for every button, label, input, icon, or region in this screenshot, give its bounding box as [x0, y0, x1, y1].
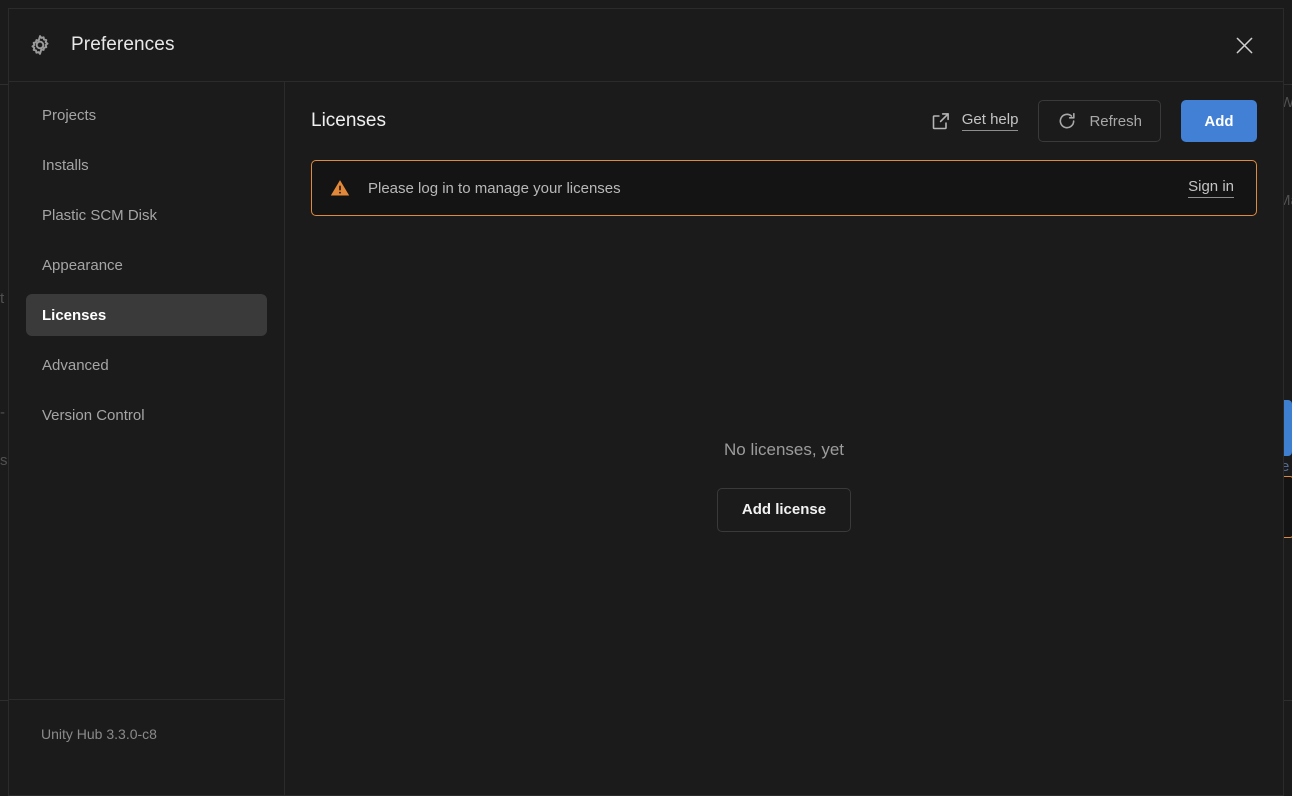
background-text-fragment: t — [0, 290, 5, 307]
sidebar-item-advanced[interactable]: Advanced — [26, 344, 267, 386]
warning-triangle-icon — [330, 180, 350, 196]
sidebar-item-label: Plastic SCM Disk — [42, 206, 158, 224]
empty-state: No licenses, yet Add license — [311, 216, 1257, 795]
hub-version-label: Unity Hub 3.3.0-c8 — [41, 726, 157, 742]
sidebar-item-projects[interactable]: Projects — [26, 94, 267, 136]
close-icon — [1236, 37, 1252, 53]
sidebar-item-label: Advanced — [42, 356, 109, 374]
content-panel: Licenses Get help Refresh Add Please log… — [285, 82, 1283, 795]
sidebar-item-appearance[interactable]: Appearance — [26, 244, 267, 286]
refresh-label: Refresh — [1089, 112, 1142, 130]
sidebar: Projects Installs Plastic SCM Disk Appea… — [9, 82, 285, 795]
preferences-dialog: Preferences Projects Installs Plastic SC… — [8, 8, 1284, 796]
content-header: Licenses Get help Refresh Add — [311, 82, 1257, 160]
add-button[interactable]: Add — [1181, 100, 1257, 142]
content-actions: Get help Refresh Add — [931, 100, 1257, 142]
sidebar-item-installs[interactable]: Installs — [26, 144, 267, 186]
sidebar-nav: Projects Installs Plastic SCM Disk Appea… — [9, 82, 284, 699]
sidebar-item-version-control[interactable]: Version Control — [26, 394, 267, 436]
external-link-icon — [932, 113, 949, 130]
get-help-label: Get help — [961, 111, 1019, 132]
login-banner-message: Please log in to manage your licenses — [368, 179, 621, 197]
background-text-fragment: s — [0, 452, 8, 469]
sidebar-footer: Unity Hub 3.3.0-c8 — [9, 699, 284, 795]
sign-in-link[interactable]: Sign in — [1188, 178, 1234, 199]
content-title: Licenses — [311, 110, 386, 131]
sidebar-item-licenses[interactable]: Licenses — [26, 294, 267, 336]
dialog-body: Projects Installs Plastic SCM Disk Appea… — [9, 82, 1283, 795]
get-help-button[interactable]: Get help — [931, 111, 1019, 132]
sidebar-item-label: Appearance — [42, 256, 123, 274]
dialog-titlebar: Preferences — [9, 9, 1283, 82]
sidebar-item-label: Projects — [42, 106, 97, 124]
refresh-icon — [1060, 112, 1076, 129]
add-license-button[interactable]: Add license — [716, 487, 852, 532]
close-button[interactable] — [1227, 28, 1261, 62]
empty-state-message: No licenses, yet — [724, 439, 844, 459]
sidebar-item-plastic-scm-disk[interactable]: Plastic SCM Disk — [26, 194, 267, 236]
login-warning-banner: Please log in to manage your licenses Si… — [311, 160, 1257, 216]
page-title: Preferences — [71, 34, 175, 55]
background-text-fragment: - — [0, 404, 5, 421]
gear-icon — [31, 35, 49, 55]
sidebar-item-label: Licenses — [42, 306, 107, 324]
sidebar-item-label: Version Control — [42, 406, 145, 424]
sidebar-item-label: Installs — [42, 156, 89, 174]
refresh-button[interactable]: Refresh — [1038, 100, 1161, 142]
